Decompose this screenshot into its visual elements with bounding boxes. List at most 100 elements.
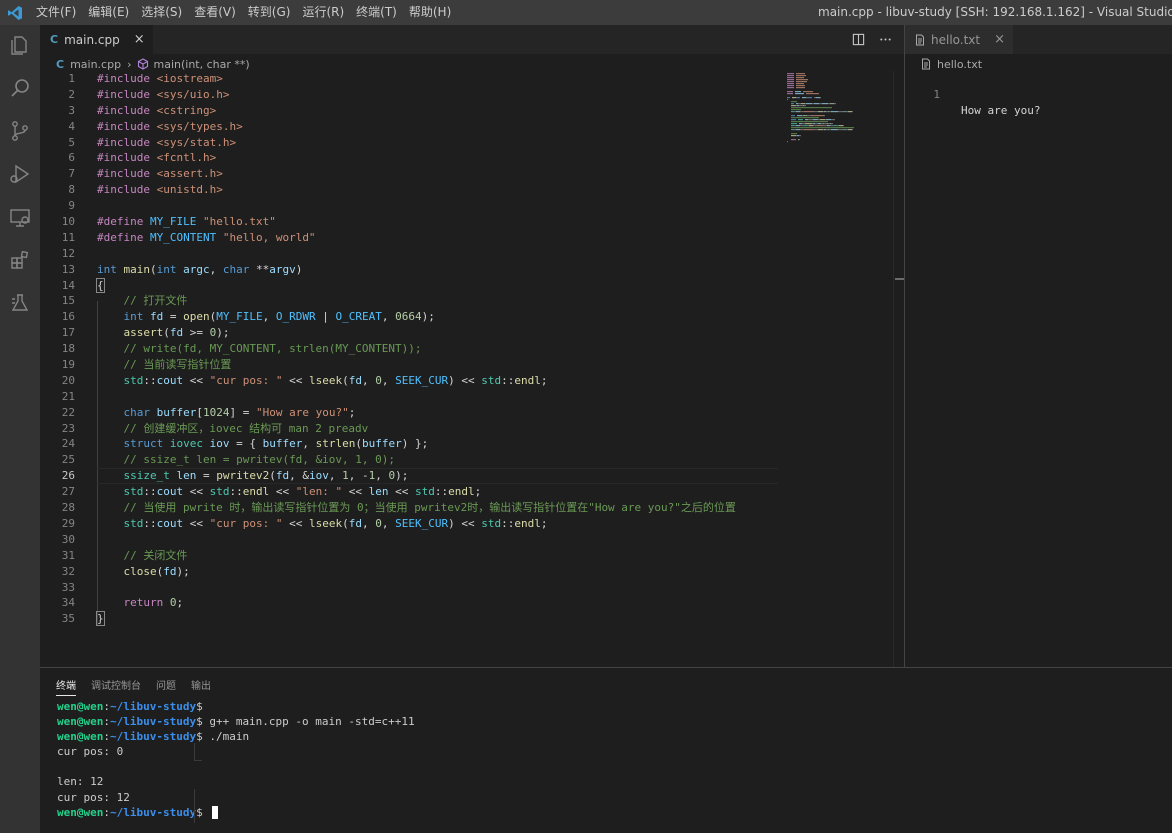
line-number: 25 [61,453,75,467]
menu-view[interactable]: 查看(V) [188,0,242,25]
tab-debug-console[interactable]: 调试控制台 [91,677,141,696]
minimap-token [823,129,824,131]
tab-terminal[interactable]: 终端 [56,677,76,696]
text-editor[interactable]: 1 How are you? [905,71,1172,117]
minimap-token [814,129,818,131]
code-token: << [183,485,210,499]
menu-terminal[interactable]: 终端(T) [350,0,403,25]
editor-scrollbar[interactable] [893,71,904,667]
explorer-icon[interactable] [8,33,32,57]
code-token: <iostream> [156,72,223,85]
code-token: { [96,277,105,293]
code-token: ( [269,469,276,483]
minimap-token [818,119,820,121]
minimap-token [824,111,826,113]
minimap-token [796,103,798,105]
code-token: ) << [448,516,482,530]
tab-output[interactable]: 输出 [191,677,211,696]
search-icon[interactable] [8,76,32,100]
minimap-token [839,125,843,127]
code-token: 0664 [395,310,422,324]
menu-run[interactable]: 运行(R) [296,0,350,25]
extensions-icon[interactable] [8,248,32,272]
code-token: "hello, world" [222,230,316,244]
text-file-icon [916,34,924,45]
minimap-token [805,119,808,121]
code-editor[interactable]: 1 #include <iostream> 2 #include <sys/uio.h… [40,71,785,627]
split-editor-icon[interactable] [852,33,865,46]
code-token: return [123,596,164,610]
close-icon[interactable]: × [994,32,1005,47]
prompt-separator: : [103,730,110,744]
minimap-token [794,129,796,131]
code-token: << [269,485,296,499]
tab-problems[interactable]: 问题 [156,677,176,696]
code-token: << [342,485,369,499]
code-token: <cstring> [156,103,217,117]
line-number: 9 [68,199,75,213]
minimap-token [838,129,843,131]
code-token: ) }; [401,437,429,451]
breadcrumb-symbol[interactable]: main(int, char **) [153,58,249,71]
line-text: #define MY_FILE "hello.txt" [97,214,276,230]
minimap-token [791,119,796,121]
text-file-icon [922,58,930,70]
minimap-token [806,97,808,99]
terminal[interactable]: wen@wen:~/libuv-study$ wen@wen:~/libuv-st… [57,699,415,820]
breadcrumb-file[interactable]: hello.txt [937,58,982,71]
close-icon[interactable]: × [134,32,145,47]
code-token: } [96,611,105,627]
tab-main-cpp[interactable]: C main.cpp × [40,25,153,54]
minimap[interactable] [785,71,895,151]
more-actions-icon[interactable] [879,33,892,46]
code-line: 29 std::cout << "cur pos: " << lseek(fd,… [40,516,785,532]
editor-tabs: C main.cpp × [40,25,904,54]
line-number: 10 [61,215,75,229]
code-token: "hello.txt" [202,215,276,229]
code-token: std [123,485,144,499]
code-line: 13 int main(int argc, char **argv) [40,262,785,278]
testing-icon[interactable] [8,291,32,315]
minimap-token [815,123,818,125]
code-line: 19 // 当前读写指针位置 [40,357,785,373]
line-text: #include <sys/types.h> [97,119,243,135]
tab-hello-txt[interactable]: hello.txt × [905,25,1014,54]
minimap-token [818,111,823,113]
minimap-token [809,125,813,127]
minimap-token [827,125,830,127]
code-token: // 创建缓冲区，iovec 结构可 man 2 preadv [123,421,369,435]
code-line: 14 { [40,277,785,294]
minimap-token [801,103,805,105]
code-line: 6 #include <fcntl.h> [40,150,785,166]
minimap-token [796,97,797,99]
minimap-token [797,135,799,137]
breadcrumb-file[interactable]: main.cpp [70,58,121,71]
code-token: <unistd.h> [156,183,223,197]
line-number: 15 [61,294,75,308]
menu-go[interactable]: 转到(G) [242,0,297,25]
minimap-token [828,129,829,131]
code-token: fd [169,326,184,340]
remote-explorer-icon[interactable] [8,205,32,229]
menu-file[interactable]: 文件(F) [30,0,82,25]
code-token: 1024 [203,405,230,419]
terminal-line: wen@wen:~/libuv-study$ [57,805,415,820]
menu-edit[interactable]: 编辑(E) [82,0,135,25]
editor-tabs-side: hello.txt × [905,25,1172,54]
code-token: <sys/uio.h> [156,87,230,101]
editor-actions [852,25,892,54]
run-debug-icon[interactable] [8,162,32,186]
code-token: <sys/types.h> [156,119,243,133]
code-token: , [381,373,396,387]
menu-selection[interactable]: 选择(S) [135,0,188,25]
code-token: <assert.h> [156,167,223,181]
minimap-token [827,123,828,125]
menu-help[interactable]: 帮助(H) [403,0,457,25]
source-control-icon[interactable] [8,119,32,143]
code-line: 33 [40,580,785,596]
code-token: << [282,373,309,387]
code-token: fd [275,469,290,483]
